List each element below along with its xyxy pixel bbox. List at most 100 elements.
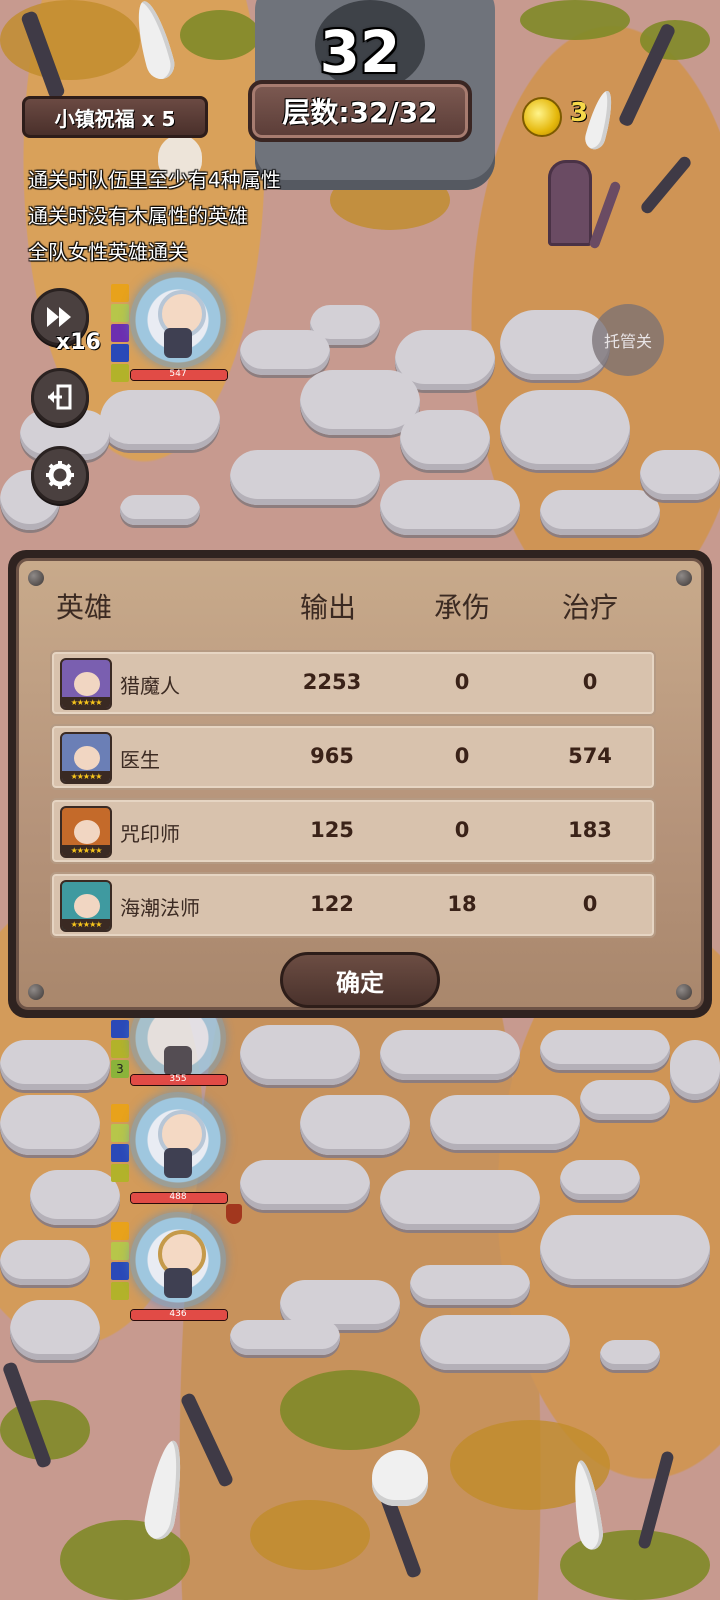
ground-stone [600,1340,660,1370]
ground-stone [500,390,630,470]
buff-icon [111,1242,129,1260]
damage-taken-value: 18 [447,892,477,916]
field-hero-demon-hunter[interactable] [130,1092,226,1188]
hero-portrait-tide-mage: ★★★★★ [60,880,112,932]
rivet [28,984,44,1000]
hero-buff-list [111,1222,129,1302]
shield-icon [226,1204,242,1224]
ground-stone [580,1080,670,1120]
ground-stone [240,330,330,375]
objective-text: 全队女性英雄通关 [28,240,188,264]
field-hero-curse-mage[interactable] [130,1212,226,1308]
star-rating: ★★★★★ [62,697,110,708]
healing-value: 183 [568,818,612,842]
portrait-face [74,894,100,918]
buff-icon [111,1222,129,1240]
header-healing: 治疗 [562,591,619,624]
rivet [28,570,44,586]
speed-multiplier: x16 [56,330,101,355]
hero-body [164,328,192,358]
hp-value: 355 [169,1074,187,1084]
portrait-face [74,746,100,770]
healing-value: 0 [582,892,598,916]
buff-icon [111,344,129,362]
output-value: 965 [310,744,354,768]
gear-icon [46,461,74,489]
buff-icon [111,1262,129,1280]
hero-name: 医生 [120,748,160,772]
header-output: 输出 [300,591,357,624]
output-value: 2253 [302,670,362,694]
star-rating: ★★★★★ [62,845,110,856]
auto-battle-button[interactable]: 托管关 [592,304,664,376]
confirm-button[interactable]: 确定 [280,952,440,1008]
ground-stone [120,495,200,525]
ground-stone [400,410,490,470]
horn-bone [141,1438,189,1542]
hero-body [164,1268,192,1298]
stats-row: ★★★★★ 咒印师 125 0 183 [50,798,656,864]
hero-body [164,1148,192,1178]
dead-branch [638,154,694,216]
hp-value: 488 [169,1192,187,1202]
buff-icon [111,1040,129,1058]
ground-stone [0,1240,90,1285]
ground-stone [540,1215,710,1285]
buff-icon [111,284,129,302]
ground-stone [640,450,720,500]
stats-row: ★★★★★ 海潮法师 122 18 0 [50,872,656,938]
hero-buff-list [111,1104,129,1184]
star-rating: ★★★★★ [62,771,110,782]
hp-value: 547 [169,369,187,379]
fast-forward-icon [47,307,71,327]
hp-value: 436 [169,1309,187,1319]
ground-stone [380,480,520,535]
output-value: 122 [310,892,354,916]
hero-buff-list [111,284,129,384]
field-hero-tide-mage[interactable] [130,272,226,368]
grave-cross [588,180,622,250]
tombstone [548,160,592,246]
coin-icon [522,97,562,137]
ground-stone [300,1095,410,1155]
ground-stone [380,1170,540,1230]
bush [250,1500,370,1570]
buff-icon [111,1020,129,1038]
damage-taken-value: 0 [454,744,470,768]
buff-icon [111,304,129,322]
ground-stone [240,1160,370,1210]
floor-progress-plate: 层数:32/32 [248,80,472,142]
ground-stone [240,1025,360,1085]
portrait-face [74,672,100,696]
stats-row: ★★★★★ 猎魔人 2253 0 0 [50,650,656,716]
dead-branch [179,1391,235,1489]
bush [280,1370,420,1450]
output-value: 125 [310,818,354,842]
buff-icon [111,364,129,382]
rivet [676,570,692,586]
exit-battle-button[interactable] [31,368,89,426]
ground-stone [540,490,660,535]
ground-stone [230,1320,340,1355]
damage-taken-value: 0 [454,670,470,694]
header-damage-taken: 承伤 [434,591,491,624]
hero-buff-list: 3 [111,1020,129,1080]
ground-stone [430,1095,580,1150]
buff-icon [111,1104,129,1122]
town-blessing-badge[interactable]: 小镇祝福 x 5 [22,96,208,138]
header-hero: 英雄 [56,591,113,624]
objective-text: 通关时没有木属性的英雄 [28,204,248,228]
exit-icon [48,384,72,410]
buff-icon [111,1164,129,1182]
stage-objectives: 通关时队伍里至少有4种属性 通关时没有木属性的英雄 全队女性英雄通关 [28,162,281,270]
ground-stone [230,450,380,505]
skull-icon [372,1450,428,1506]
hero-body [164,1046,192,1076]
hero-portrait-demon-hunter: ★★★★★ [60,658,112,710]
ground-stone [0,1040,110,1090]
hero-name: 海潮法师 [120,896,200,920]
ground-stone [0,1095,100,1155]
ground-stone [560,1160,640,1200]
settings-button[interactable] [31,446,89,504]
ground-stone [10,1300,100,1360]
